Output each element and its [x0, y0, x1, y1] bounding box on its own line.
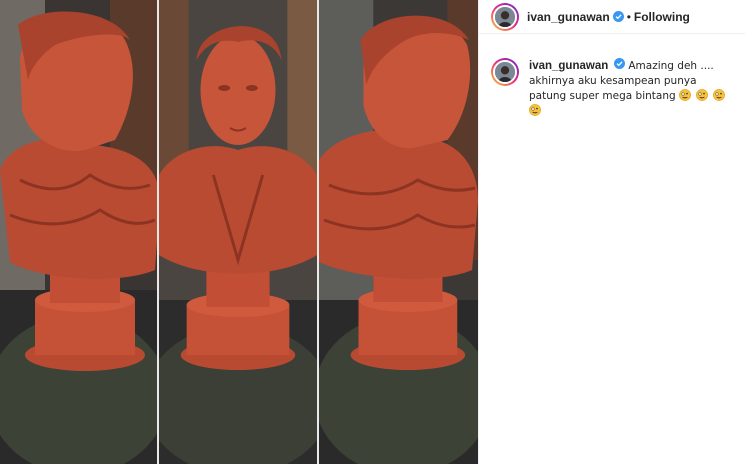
zany-face-emoji — [695, 89, 708, 101]
zany-face-emoji — [529, 104, 541, 116]
photo-bust-front — [157, 0, 317, 464]
zany-face-emoji — [712, 89, 725, 101]
caption-comment: ivan_gunawan Amazing deh .... akhirnya a… — [491, 58, 739, 119]
following-button[interactable]: Following — [634, 10, 690, 24]
post-media[interactable] — [0, 0, 478, 464]
verified-badge-icon — [614, 58, 626, 69]
photo-bust-left-profile — [0, 0, 157, 464]
verified-badge-icon — [612, 11, 624, 22]
zany-face-emoji — [678, 89, 691, 101]
separator-dot: • — [626, 9, 631, 24]
header-username[interactable]: ivan_gunawan — [527, 10, 610, 24]
caption-avatar[interactable] — [491, 58, 519, 86]
caption-body: ivan_gunawan Amazing deh .... akhirnya a… — [529, 58, 737, 119]
instagram-post: ivan_gunawan • Following ivan_gunawan Am… — [0, 0, 745, 464]
avatar-image — [493, 4, 517, 29]
avatar[interactable] — [491, 2, 519, 31]
caption-username[interactable]: ivan_gunawan — [529, 60, 608, 72]
caption-avatar-image — [493, 60, 517, 84]
photo-bust-right-profile — [317, 0, 478, 464]
post-header: ivan_gunawan • Following — [479, 0, 745, 34]
post-sidebar: ivan_gunawan • Following ivan_gunawan Am… — [478, 0, 745, 464]
